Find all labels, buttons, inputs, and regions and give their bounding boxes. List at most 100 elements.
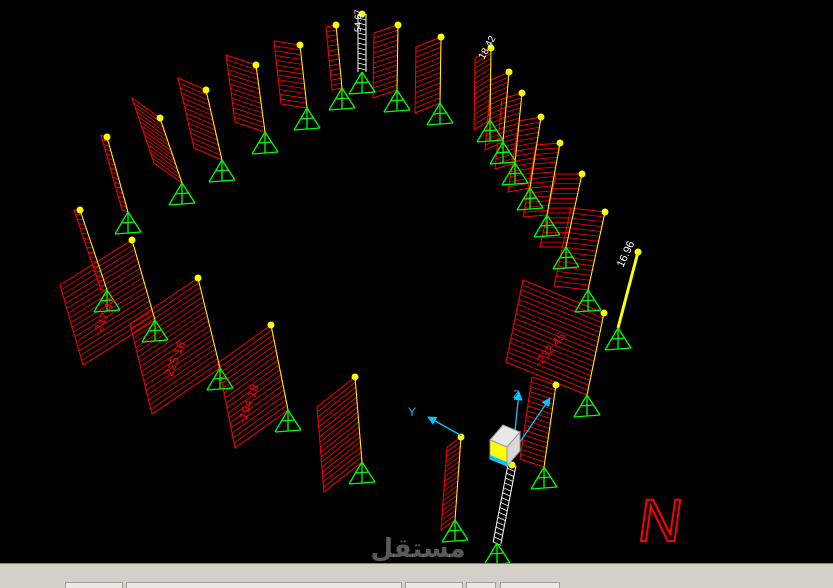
- ladder-rung: [357, 67, 367, 71]
- hatch-line: [230, 88, 261, 99]
- moment-diagram: [177, 77, 223, 161]
- hatch-line: [330, 77, 342, 81]
- hatch-line: [514, 141, 538, 147]
- column-line: [543, 384, 557, 468]
- hatch-line: [521, 284, 604, 319]
- hatch-line: [445, 456, 460, 467]
- support-brace: [334, 97, 350, 100]
- column-line: [255, 64, 266, 133]
- ladder-rung: [505, 477, 514, 482]
- hatch-line: [275, 55, 302, 60]
- hatch-line: [528, 185, 553, 189]
- hatch-line: [415, 51, 441, 63]
- ladder-rung: [504, 482, 513, 487]
- status-pane: [500, 582, 560, 588]
- hatch-line: [565, 231, 600, 237]
- hatch-line: [373, 79, 398, 89]
- hatch-line: [525, 420, 550, 429]
- status-bar: [0, 563, 833, 588]
- y-axis-arrow: [427, 416, 463, 437]
- ladder-rung: [357, 47, 367, 51]
- moment-diagram: [100, 134, 129, 213]
- hatch-line: [498, 122, 520, 130]
- support-brace: [389, 99, 405, 102]
- hatch-line: [500, 102, 522, 110]
- column-line: [159, 117, 183, 184]
- hatch-line: [444, 470, 459, 482]
- hatch-line: [233, 112, 264, 123]
- hatch-line: [275, 50, 302, 56]
- hatch-line: [278, 84, 305, 90]
- hatch-line: [276, 64, 303, 70]
- hatch-line: [443, 485, 458, 497]
- hatch-line: [373, 29, 399, 39]
- support-brace: [299, 117, 315, 120]
- hatch-line: [226, 59, 257, 71]
- hatch-line: [499, 112, 521, 120]
- hatch-line: [534, 152, 559, 155]
- hatch-line: [524, 205, 549, 208]
- hatch-line: [222, 349, 277, 389]
- hatch-line: [514, 147, 537, 152]
- hatch-line: [557, 270, 592, 276]
- fixed-support-icon: [293, 107, 321, 131]
- hatch-line: [330, 68, 341, 72]
- top-column-value-label: 54.67: [353, 9, 363, 32]
- support-brace: [120, 221, 136, 224]
- hatch-line: [327, 43, 338, 47]
- hatch-line: [232, 102, 263, 114]
- hatch-line: [277, 74, 304, 80]
- support-brace: [354, 81, 370, 84]
- column-line: [79, 209, 108, 291]
- hatch-line: [329, 58, 340, 62]
- joint-dot: [578, 170, 586, 178]
- hatch-line: [415, 92, 441, 104]
- hatch-line: [526, 415, 551, 424]
- moment-diagram: [273, 40, 308, 109]
- fixed-support-icon: [573, 394, 601, 418]
- right-top-value-label: 18.42: [477, 34, 499, 62]
- ladder-rung: [357, 52, 367, 56]
- joint-dot: [194, 274, 202, 282]
- support-brace: [539, 224, 555, 227]
- model-3d-view[interactable]: 54.67 18.42 16.96 -247.44 -225.16 -194.1…: [0, 0, 833, 563]
- fixed-support-icon: [604, 327, 632, 351]
- fixed-support-icon: [251, 131, 279, 155]
- ladder-rung: [357, 37, 367, 41]
- hatch-line: [474, 93, 491, 105]
- hatch-line: [528, 400, 553, 410]
- hatch-line: [489, 81, 509, 91]
- fixed-support-icon: [168, 182, 196, 206]
- moment-diagram-outline: [325, 24, 343, 91]
- hatch-line: [63, 253, 137, 300]
- hatch-line: [415, 87, 441, 99]
- hatch-line: [521, 444, 547, 453]
- fixed-support-icon: [208, 159, 236, 183]
- x-axis-arrow: [519, 397, 551, 443]
- support-brace: [174, 192, 190, 195]
- column-line: [396, 24, 399, 91]
- hatch-line: [218, 329, 273, 369]
- ladder-rung: [499, 507, 508, 512]
- joint-dot: [518, 89, 526, 97]
- ladder-rung: [502, 492, 511, 497]
- hatch-line: [219, 334, 274, 374]
- hatch-line: [280, 98, 307, 104]
- y-axis-label: Y: [408, 405, 416, 419]
- joints: [76, 10, 642, 469]
- hatch-line: [446, 446, 461, 458]
- app-window: 54.67 18.42 16.96 -247.44 -225.16 -194.1…: [0, 0, 833, 588]
- hatch-line: [443, 480, 459, 492]
- support-brace: [214, 169, 230, 172]
- hatch-line: [373, 39, 398, 49]
- hatch-line: [555, 280, 590, 286]
- watermark-logo: مستقل: [370, 534, 465, 563]
- hatch-line: [231, 92, 262, 104]
- ladder-rung: [357, 57, 367, 61]
- hatch-line: [535, 147, 560, 151]
- support-brace: [580, 299, 596, 302]
- hatch-line: [228, 73, 259, 85]
- hatch-line: [501, 97, 522, 105]
- joint-dot: [128, 236, 136, 244]
- column-line: [131, 239, 156, 321]
